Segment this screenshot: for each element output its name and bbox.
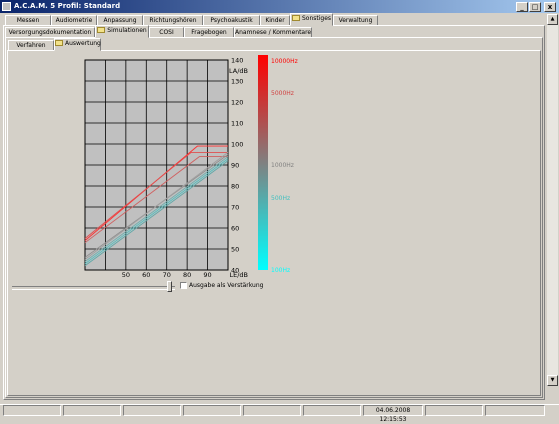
y-tick-label: 70	[231, 204, 239, 212]
colorbar-label: 100Hz	[271, 267, 290, 274]
y-tick-label: 130	[231, 78, 243, 86]
y-tick-label: 100	[231, 141, 243, 149]
x-tick-label: 50	[122, 271, 130, 279]
tab-auswertung[interactable]: Auswertung	[54, 38, 101, 51]
tab-sonstiges-label: Sonstiges	[301, 15, 332, 22]
y-tick-label: 80	[231, 183, 239, 191]
colorbar	[258, 55, 268, 270]
tab-simulationen[interactable]: Simulationen	[95, 25, 149, 38]
x-tick-label: 60	[142, 271, 150, 279]
slider-track	[12, 286, 175, 290]
slider-thumb[interactable]	[167, 281, 172, 292]
x-tick-label: 80	[183, 271, 191, 279]
status-cell-2	[63, 405, 121, 416]
y-axis-label: LA/dB	[229, 67, 248, 75]
x-axis-label: LE/dB	[229, 271, 248, 279]
status-cell-8	[425, 405, 483, 416]
tab-sonstiges[interactable]: Sonstiges	[290, 13, 333, 26]
colorbar-label: 500Hz	[271, 195, 290, 202]
y-tick-label: 120	[231, 99, 243, 107]
status-datetime: 04.06.2008 12:15:53	[363, 405, 423, 423]
folder-icon	[55, 40, 63, 46]
status-cell-9	[485, 405, 545, 416]
y-tick-label: 60	[231, 225, 239, 233]
status-cell-6	[303, 405, 361, 416]
folder-icon	[291, 15, 300, 21]
amplification-checkbox[interactable]	[180, 282, 187, 289]
status-cell-4	[183, 405, 241, 416]
folder-icon	[97, 27, 106, 33]
status-cell-1	[3, 405, 61, 416]
y-tick-label: 110	[231, 120, 243, 128]
status-cell-3	[123, 405, 181, 416]
colorbar-label: 1000Hz	[271, 162, 294, 169]
x-tick-label: 90	[203, 271, 211, 279]
y-tick-label: 50	[231, 246, 239, 254]
status-cell-5	[243, 405, 301, 416]
colorbar-label: 10000Hz	[271, 58, 298, 65]
y-tick-label: 140	[231, 57, 243, 65]
io-chart: 50 60 70 80 90405060708090100110120130140LE/…	[84, 55, 298, 279]
amplification-checkbox-label: Ausgabe als Verstärkung	[189, 282, 264, 289]
tab-simulationen-label: Simulationen	[107, 27, 147, 34]
y-tick-label: 90	[231, 162, 239, 170]
colorbar-label: 5000Hz	[271, 90, 294, 97]
x-tick-label: 70	[163, 271, 171, 279]
tab-auswertung-label: Auswertung	[65, 40, 101, 47]
slider[interactable]	[12, 281, 175, 292]
